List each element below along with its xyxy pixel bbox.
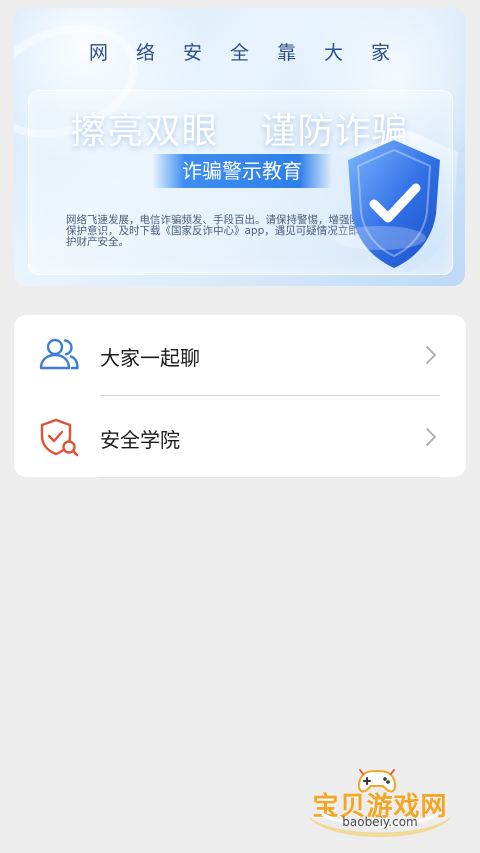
menu-item-group-chat[interactable]: 大家一起聊 [14,315,466,396]
chevron-right-icon [426,346,436,364]
anti-fraud-banner[interactable]: 网络安全靠大家 擦亮双眼 谨防诈骗 诈骗警示教育 网络飞速发展，电信诈骗频发、手段… [14,8,465,286]
watermark-url: baobeiy.com [342,815,418,829]
divider [100,477,440,478]
shield-check-icon [334,130,458,272]
menu-item-label: 大家一起聊 [100,346,200,370]
chevron-right-icon [426,428,436,446]
menu-card: 大家一起聊 安全学院 [14,315,466,478]
banner-slogan: 网络安全靠大家 [88,42,418,64]
banner-ribbon: 诈骗警示教育 [152,154,332,188]
shield-search-icon [40,418,79,457]
users-icon [39,338,79,370]
divider [100,395,440,396]
site-watermark: 宝贝游戏网 baobeiy.com [300,764,460,846]
headline-left: 擦亮双眼 [70,111,219,152]
menu-item-label: 安全学院 [100,428,180,452]
menu-item-security-academy[interactable]: 安全学院 [14,397,466,477]
